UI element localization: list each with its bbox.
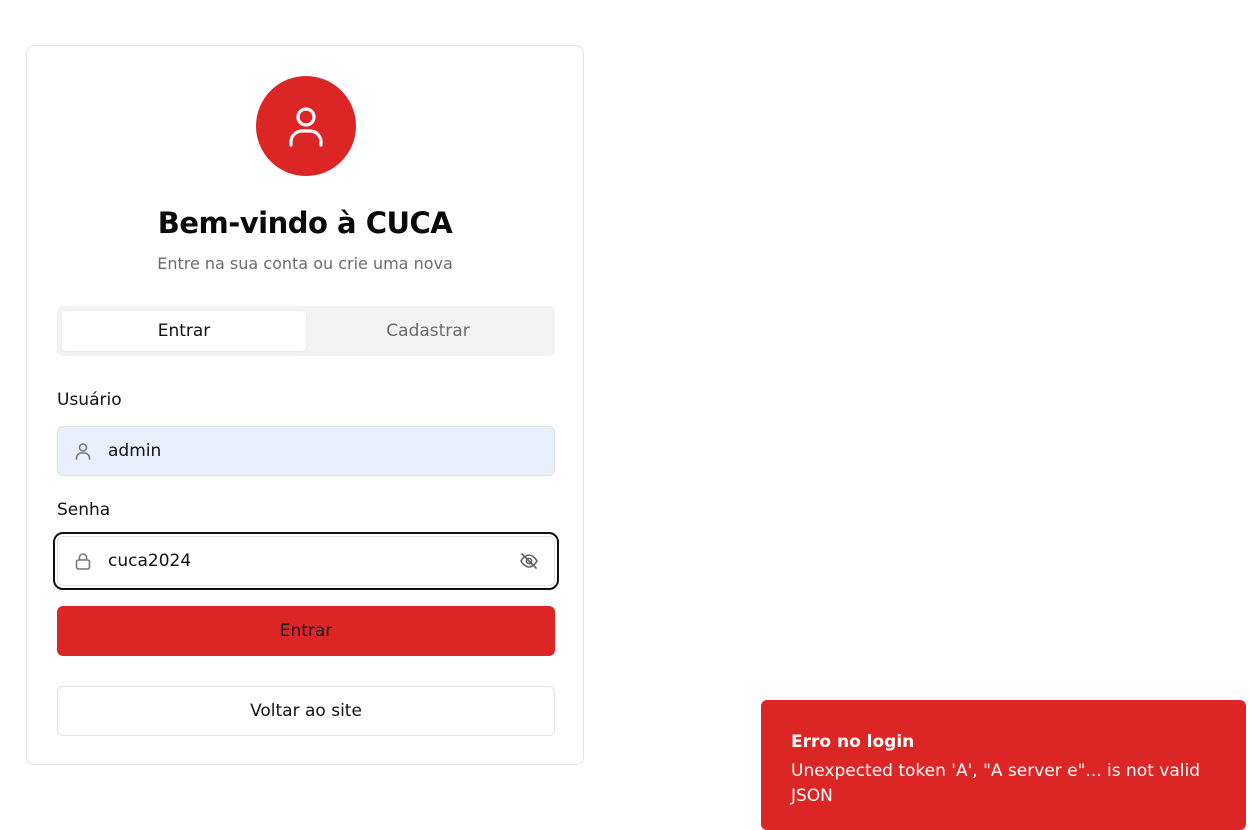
page-title: Bem-vindo à CUCA (157, 206, 453, 240)
tab-cadastrar[interactable]: Cadastrar (306, 311, 550, 351)
toast-message: Unexpected token 'A', "A server e"... is… (791, 761, 1200, 806)
login-card: Bem-vindo à CUCA Entre na sua conta ou c… (26, 45, 584, 765)
username-field (57, 426, 555, 476)
lock-icon (58, 552, 108, 570)
avatar (256, 76, 356, 176)
password-label: Senha (57, 500, 111, 520)
login-button[interactable]: Entrar (57, 606, 555, 656)
page-subtitle: Entre na sua conta ou crie uma nova (157, 254, 453, 273)
password-field (53, 532, 559, 590)
tab-entrar[interactable]: Entrar (62, 311, 306, 351)
password-input[interactable] (108, 537, 504, 585)
toast-title: Erro no login (791, 732, 915, 752)
username-label: Usuário (57, 390, 122, 410)
eye-off-icon[interactable] (504, 551, 554, 571)
auth-tabs: Entrar Cadastrar (57, 306, 555, 356)
username-input[interactable] (108, 427, 554, 475)
user-icon (58, 442, 108, 460)
user-icon (289, 107, 323, 147)
back-to-site-button[interactable]: Voltar ao site (57, 686, 555, 736)
error-toast[interactable]: Erro no login Unexpected token 'A', "A s… (761, 700, 1246, 830)
